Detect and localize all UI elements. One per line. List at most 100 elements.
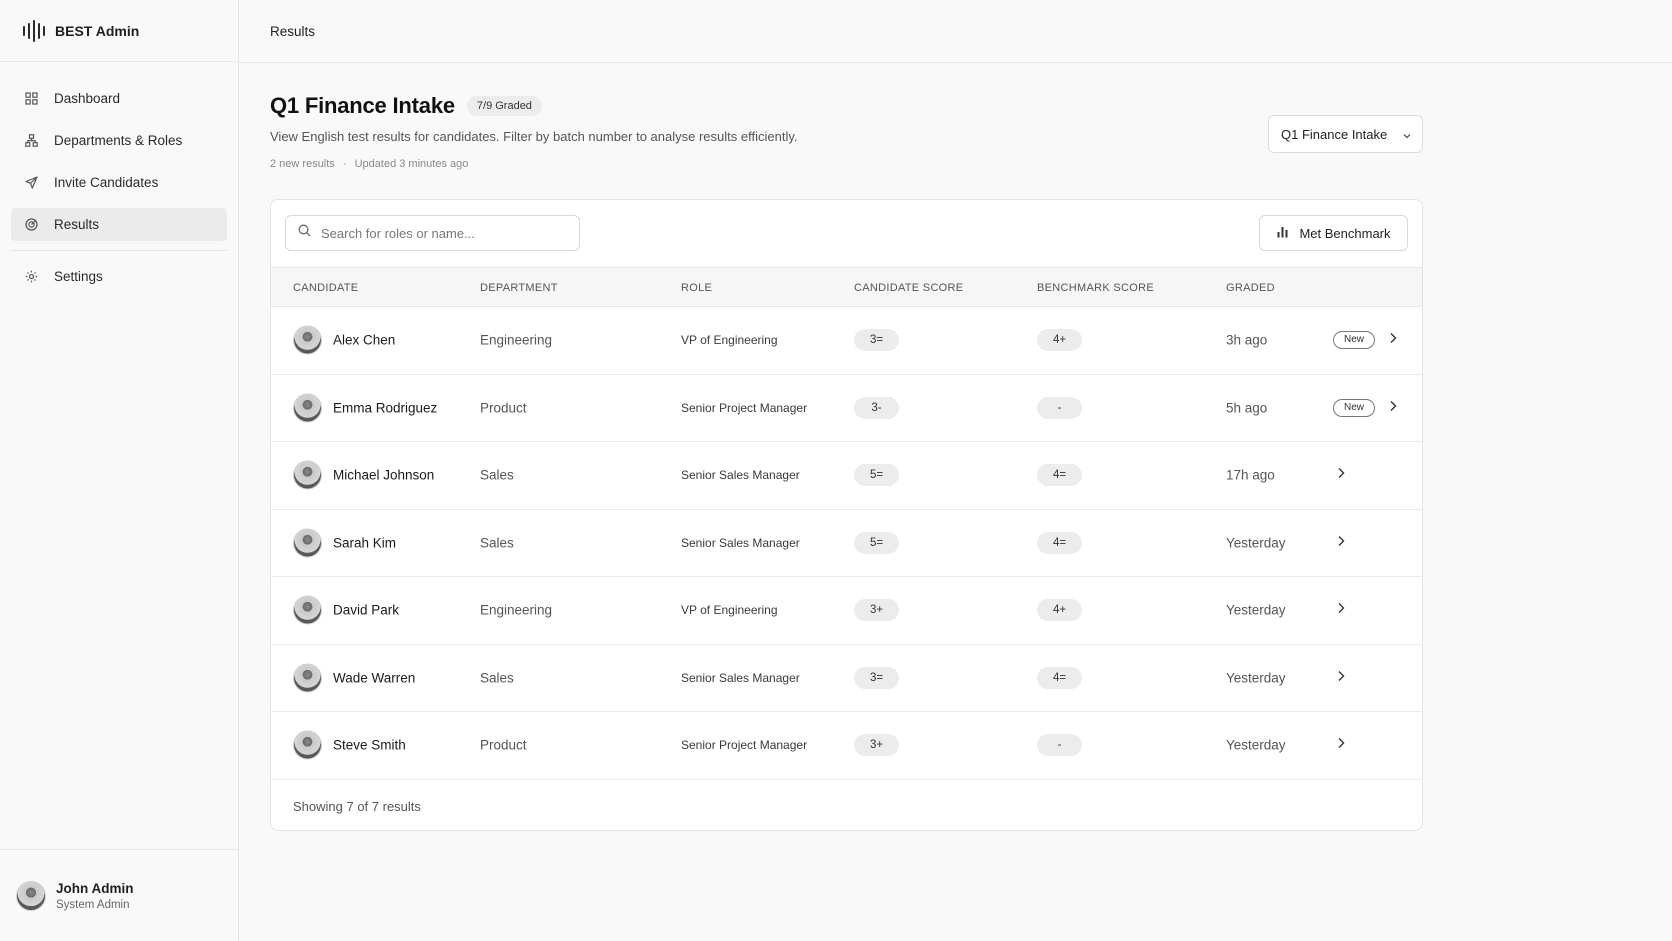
breadcrumb: Results (270, 23, 316, 39)
user-name: John Admin (56, 880, 134, 896)
search-box[interactable] (285, 215, 580, 251)
sidebar-item-label: Departments & Roles (54, 133, 183, 148)
candidate-score-pill: 3- (854, 396, 899, 419)
role-cell: Senior Project Manager (681, 400, 808, 415)
sidebar-nav: Dashboard Departments & Roles Invite Can… (0, 62, 238, 293)
sidebar-item-label: Settings (54, 269, 103, 284)
candidate-cell: Alex Chen (293, 325, 396, 355)
avatar (293, 663, 322, 693)
benchmark-score-pill: 4+ (1037, 329, 1082, 352)
send-icon (24, 176, 38, 190)
candidate-score-pill: 3+ (854, 599, 899, 622)
graded-cell: 5h ago (1226, 400, 1268, 416)
sidebar: BEST Admin Dashboard Departments & Roles… (0, 0, 239, 941)
benchmark-score-pill: 4+ (1037, 599, 1082, 622)
updated-timestamp: Updated 3 minutes ago (354, 158, 469, 170)
page-subtitle: View English test results for candidates… (270, 129, 798, 144)
batch-select[interactable]: Q1 Finance Intake (1268, 115, 1423, 153)
results-card: Met Benchmark CANDIDATE DEPARTMENT ROLE … (270, 199, 1423, 831)
graded-cell: Yesterday (1226, 670, 1286, 686)
chevron-right-icon[interactable] (1336, 736, 1346, 754)
new-badge: New (1333, 331, 1375, 350)
search-input[interactable] (321, 225, 561, 241)
header-department: DEPARTMENT (480, 282, 558, 294)
table-row[interactable]: Michael Johnson Sales Senior Sales Manag… (271, 442, 1422, 510)
chevron-right-icon[interactable] (1336, 669, 1346, 687)
avatar (293, 528, 322, 558)
graded-badge: 7/9 Graded (466, 96, 542, 116)
met-benchmark-button[interactable]: Met Benchmark (1259, 215, 1408, 251)
gear-icon (24, 270, 38, 284)
table-row[interactable]: Emma Rodriguez Product Senior Project Ma… (271, 375, 1422, 442)
department-cell: Engineering (480, 602, 553, 618)
candidate-name: David Park (333, 602, 400, 618)
sidebar-item-label: Invite Candidates (54, 175, 159, 190)
sidebar-item-settings[interactable]: Settings (11, 260, 227, 293)
candidate-name: Alex Chen (333, 332, 396, 348)
sidebar-item-invite-candidates[interactable]: Invite Candidates (11, 166, 227, 199)
org-chart-icon (24, 134, 38, 148)
avatar (293, 393, 322, 423)
candidate-score-pill: 5= (854, 531, 899, 554)
avatar (16, 880, 46, 911)
benchmark-score-pill: 4= (1037, 464, 1082, 487)
department-cell: Sales (480, 467, 514, 483)
chevron-right-icon[interactable] (1388, 331, 1398, 349)
search-icon (298, 224, 311, 242)
batch-select-value: Q1 Finance Intake (1281, 126, 1388, 142)
table-row[interactable]: Alex Chen Engineering VP of Engineering … (271, 307, 1422, 375)
meta-separator: · (342, 158, 347, 170)
candidate-cell: David Park (293, 595, 400, 625)
chevron-down-icon (1402, 129, 1412, 144)
table-footer: Showing 7 of 7 results (271, 782, 1422, 830)
graded-cell: Yesterday (1226, 737, 1286, 753)
header-role: ROLE (681, 282, 713, 294)
candidate-score-pill: 3+ (854, 734, 899, 757)
candidate-name: Sarah Kim (333, 535, 397, 551)
role-cell: Senior Sales Manager (681, 670, 800, 685)
results-count: Showing 7 of 7 results (293, 798, 421, 814)
department-cell: Engineering (480, 332, 553, 348)
table-row[interactable]: Sarah Kim Sales Senior Sales Manager 5= … (271, 510, 1422, 577)
results-toolbar: Met Benchmark (271, 200, 1422, 267)
new-results-count: 2 new results (270, 158, 335, 170)
candidate-score-pill: 3= (854, 329, 899, 352)
chevron-right-icon[interactable] (1336, 534, 1346, 552)
graded-cell: 3h ago (1226, 332, 1268, 348)
new-badge: New (1333, 398, 1375, 417)
role-cell: VP of Engineering (681, 603, 778, 618)
department-cell: Product (480, 400, 527, 416)
app-title: BEST Admin (55, 22, 140, 39)
avatar (293, 730, 322, 760)
sidebar-item-dashboard[interactable]: Dashboard (11, 82, 227, 115)
chevron-right-icon[interactable] (1388, 399, 1398, 417)
avatar (293, 460, 322, 490)
sidebar-item-departments-roles[interactable]: Departments & Roles (11, 124, 227, 157)
user-profile[interactable]: John Admin System Admin (0, 849, 238, 941)
table-row[interactable]: Steve Smith Product Senior Project Manag… (271, 712, 1422, 780)
logo-icon (23, 19, 45, 42)
candidate-name: Wade Warren (333, 670, 416, 686)
brand[interactable]: BEST Admin (0, 0, 238, 62)
table-row[interactable]: Wade Warren Sales Senior Sales Manager 3… (271, 645, 1422, 712)
grid-icon (24, 92, 38, 106)
role-cell: VP of Engineering (681, 333, 778, 348)
department-cell: Sales (480, 535, 514, 551)
candidate-cell: Wade Warren (293, 663, 416, 693)
benchmark-score-pill: 4= (1037, 531, 1082, 554)
sidebar-item-label: Dashboard (54, 91, 121, 106)
department-cell: Product (480, 737, 527, 753)
bar-chart-icon (1276, 225, 1289, 241)
sidebar-item-results[interactable]: Results (11, 208, 227, 241)
avatar (293, 595, 322, 625)
candidate-score-pill: 3= (854, 666, 899, 689)
header-candidate-score: CANDIDATE SCORE (854, 282, 964, 294)
user-role: System Admin (56, 898, 130, 911)
header-candidate: CANDIDATE (293, 282, 359, 294)
table-body: Alex Chen Engineering VP of Engineering … (271, 307, 1422, 780)
chevron-right-icon[interactable] (1336, 466, 1346, 484)
benchmark-score-pill: - (1037, 396, 1082, 419)
sidebar-divider (11, 250, 227, 251)
table-row[interactable]: David Park Engineering VP of Engineering… (271, 577, 1422, 645)
chevron-right-icon[interactable] (1336, 601, 1346, 619)
